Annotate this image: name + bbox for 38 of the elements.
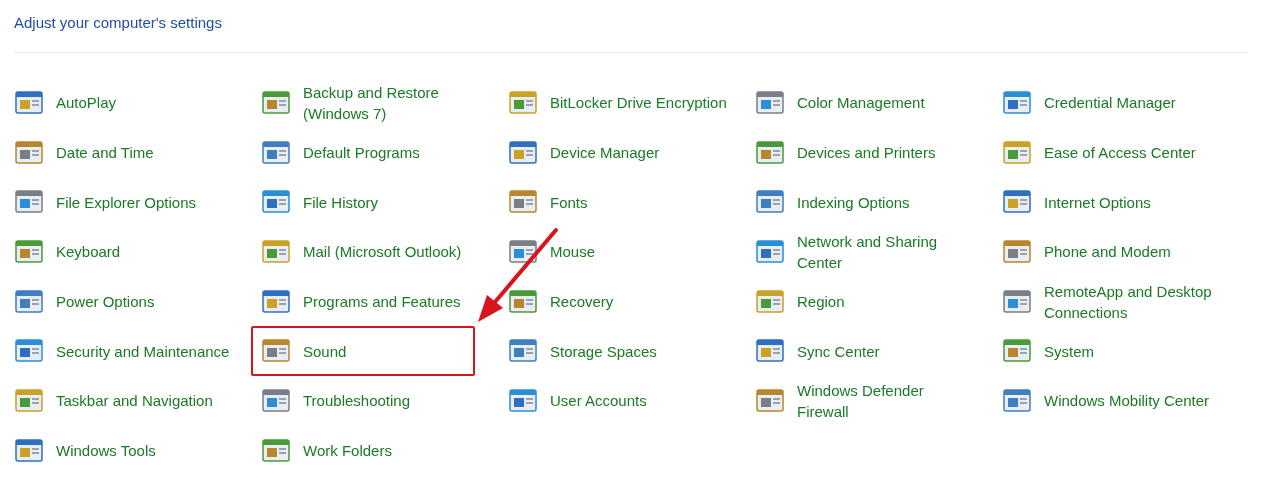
control-panel-item[interactable]: Taskbar and Navigation: [14, 378, 213, 423]
control-panel-item[interactable]: Region: [755, 279, 845, 324]
control-panel-item[interactable]: Indexing Options: [755, 180, 910, 225]
page-title: Adjust your computer's settings: [14, 0, 1247, 53]
control-panel-item[interactable]: File History: [261, 180, 378, 225]
control-panel-item[interactable]: Sync Center: [755, 329, 880, 374]
control-panel-item[interactable]: Fonts: [508, 180, 588, 225]
control-panel-item[interactable]: Sound: [251, 326, 475, 377]
control-panel-item[interactable]: Troubleshooting: [261, 378, 410, 423]
control-panel-item[interactable]: Programs and Features: [261, 279, 461, 324]
control-panel-item[interactable]: Phone and Modem: [1002, 229, 1171, 274]
control-panel-item[interactable]: Keyboard: [14, 229, 121, 274]
control-panel-item[interactable]: Devices and Printers: [755, 130, 936, 175]
control-panel-item[interactable]: File Explorer Options: [14, 180, 197, 225]
control-panel-item[interactable]: Device Manager: [508, 130, 660, 175]
control-panel-item[interactable]: Security and Maintenance: [14, 329, 230, 374]
control-panel-item[interactable]: Ease of Access Center: [1002, 130, 1196, 175]
control-panel-item[interactable]: Credential Manager: [1002, 80, 1176, 125]
control-panel-item[interactable]: Color Management: [755, 80, 925, 125]
control-panel-item[interactable]: Backup and Restore (Windows 7): [261, 75, 485, 130]
control-panel-item[interactable]: Mail (Microsoft Outlook): [261, 229, 462, 274]
control-panel-item[interactable]: Windows Tools: [14, 428, 156, 473]
control-panel-item[interactable]: Power Options: [14, 279, 155, 324]
control-panel-item[interactable]: Windows Defender Firewall: [755, 373, 979, 428]
control-panel-item[interactable]: Windows Mobility Center: [1002, 378, 1210, 423]
control-panel-item[interactable]: Default Programs: [261, 130, 420, 175]
control-panel-item[interactable]: Internet Options: [1002, 180, 1151, 225]
control-panel-item[interactable]: Date and Time: [14, 130, 154, 175]
control-panel-item[interactable]: Network and Sharing Center: [755, 224, 979, 279]
control-panel-item[interactable]: Mouse: [508, 229, 596, 274]
control-panel-item[interactable]: Recovery: [508, 279, 614, 324]
control-panel-item[interactable]: BitLocker Drive Encryption: [508, 80, 727, 125]
control-panel-item[interactable]: AutoPlay: [14, 80, 117, 125]
control-panel-item[interactable]: System: [1002, 329, 1094, 374]
control-panel-item[interactable]: Storage Spaces: [508, 329, 657, 374]
control-panel-item[interactable]: User Accounts: [508, 378, 647, 423]
control-panel-item[interactable]: Work Folders: [261, 428, 392, 473]
control-panel-item[interactable]: RemoteApp and Desktop Connections: [1002, 274, 1226, 329]
